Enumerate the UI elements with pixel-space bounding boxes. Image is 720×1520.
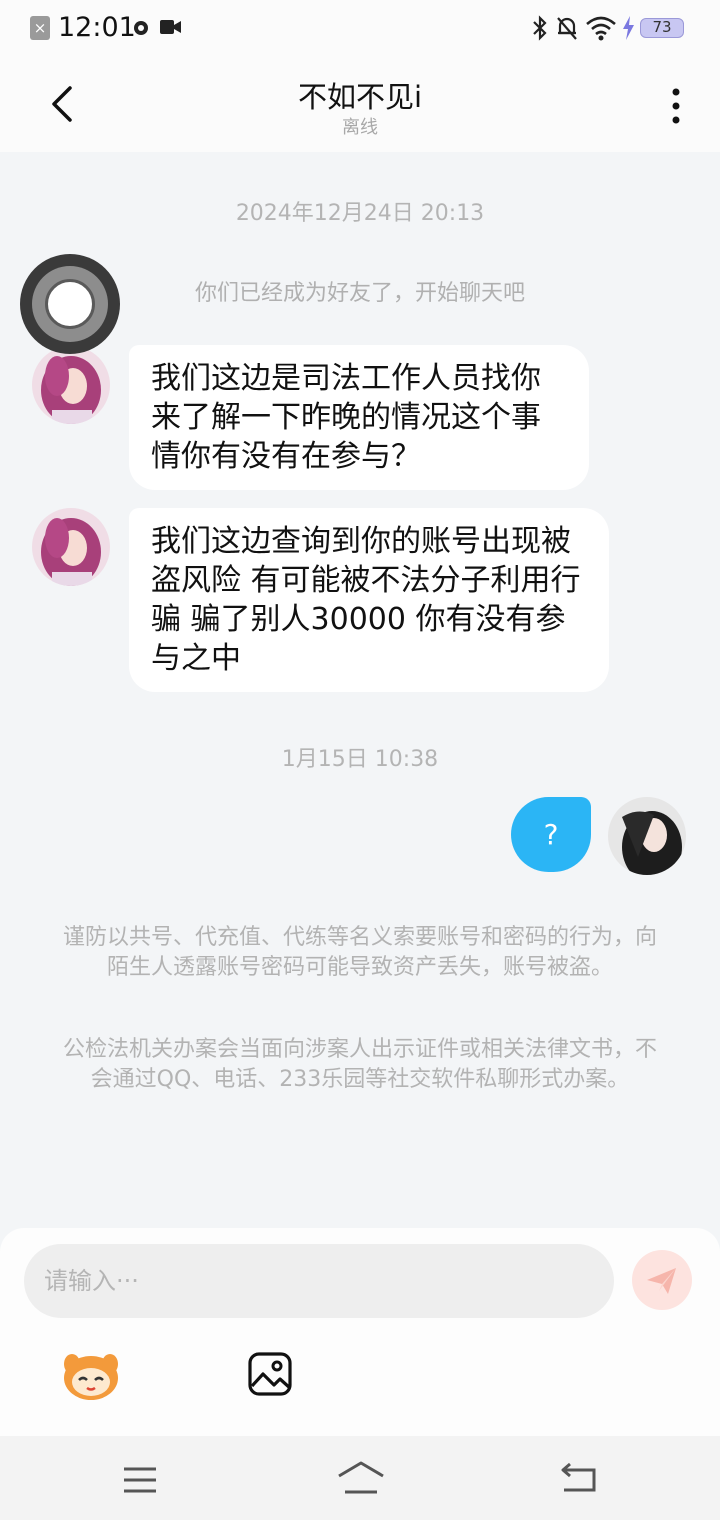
chat-title: 不如不见i bbox=[297, 80, 423, 114]
chat-header: 不如不见i 离线 bbox=[0, 56, 720, 152]
notification-x-icon: × bbox=[30, 16, 50, 40]
bluetooth-icon bbox=[533, 15, 547, 41]
home-icon[interactable] bbox=[336, 1460, 386, 1496]
more-vertical-icon[interactable] bbox=[662, 86, 690, 126]
menu-icon[interactable] bbox=[122, 1466, 158, 1494]
message-timestamp: 1月15日 10:38 bbox=[281, 747, 439, 772]
mascot-emoji-icon bbox=[64, 1354, 118, 1400]
back-nav-icon[interactable] bbox=[560, 1462, 598, 1494]
security-notice: 公检法机关办案会当面向涉案人出示证件或相关法律文书，不会通过QQ、电话、233乐… bbox=[62, 1037, 657, 1092]
status-bar: × 12:01 73 bbox=[0, 0, 720, 56]
security-notice: 谨防以共号、代充值、代练等名义索要账号和密码的行为，向陌生人透露账号密码可能导致… bbox=[62, 925, 657, 980]
incoming-message-bubble[interactable]: 我们这边是司法工作人员找你来了解一下昨晚的情况这个事情你有没有在参与？ bbox=[129, 345, 589, 490]
send-plane-icon bbox=[647, 1268, 676, 1294]
wifi-icon bbox=[586, 16, 616, 41]
outgoing-message-bubble[interactable]: ? bbox=[511, 797, 591, 872]
battery-level: 73 bbox=[640, 18, 684, 38]
bell-muted-icon bbox=[557, 17, 577, 40]
image-button[interactable] bbox=[248, 1352, 292, 1400]
message-timestamp: 2024年12月24日 20:13 bbox=[235, 201, 485, 226]
image-icon bbox=[248, 1352, 292, 1396]
message-input[interactable] bbox=[24, 1244, 614, 1318]
screen-record-icon bbox=[134, 21, 148, 35]
video-camera-icon bbox=[160, 20, 181, 34]
contact-avatar[interactable] bbox=[32, 346, 110, 424]
emoji-button[interactable] bbox=[62, 1350, 120, 1406]
floating-assistive-button[interactable] bbox=[20, 254, 120, 354]
system-navigation-bar bbox=[0, 1436, 720, 1520]
send-button[interactable] bbox=[632, 1250, 692, 1310]
self-avatar[interactable] bbox=[608, 797, 686, 875]
status-time: 12:01 bbox=[58, 12, 136, 43]
online-status: 离线 bbox=[342, 117, 378, 138]
contact-avatar[interactable] bbox=[32, 508, 110, 586]
incoming-message-bubble[interactable]: 我们这边查询到你的账号出现被盗风险 有可能被不法分子利用行骗 骗了别人30000… bbox=[129, 508, 609, 692]
charging-bolt-icon bbox=[623, 16, 634, 40]
input-panel bbox=[0, 1228, 720, 1436]
